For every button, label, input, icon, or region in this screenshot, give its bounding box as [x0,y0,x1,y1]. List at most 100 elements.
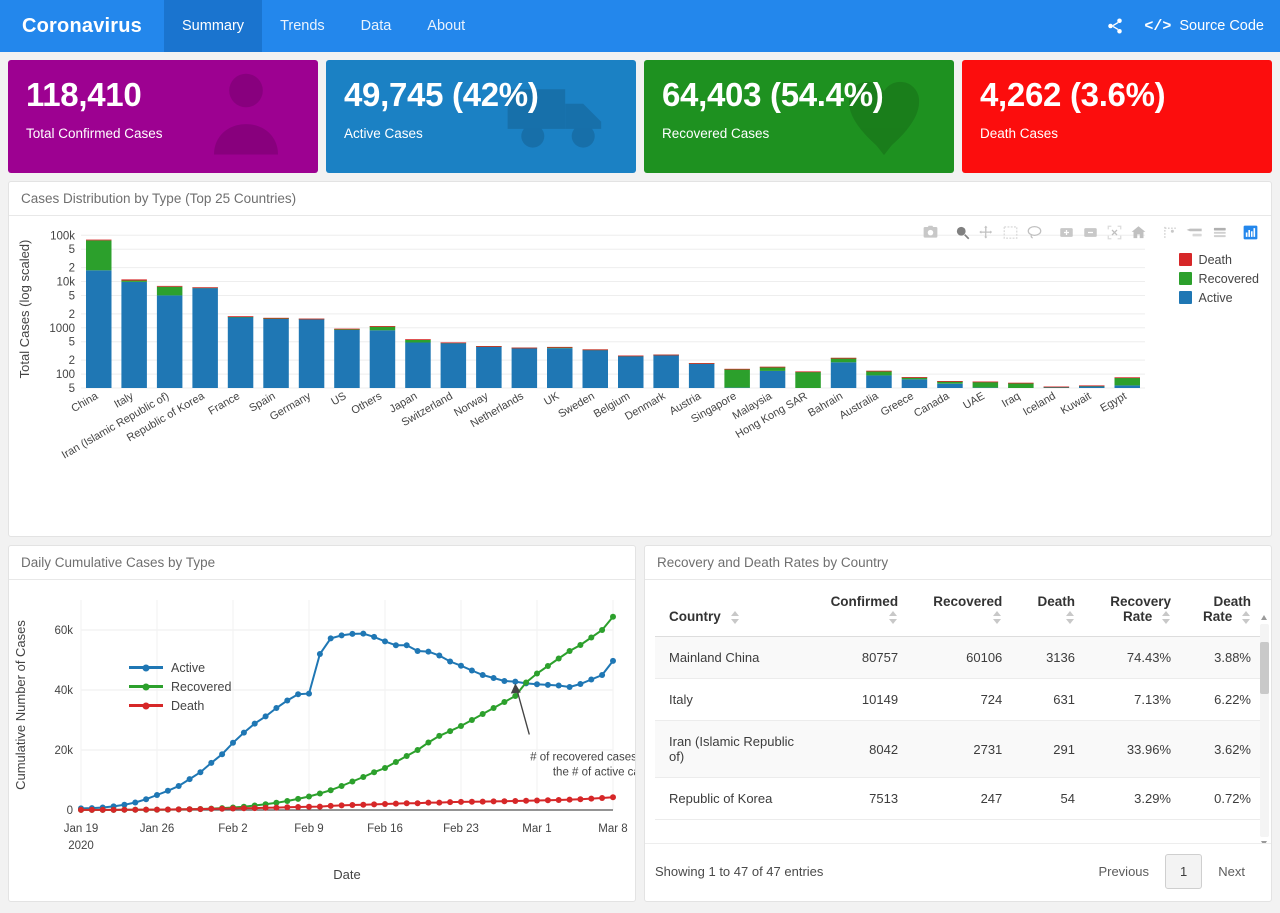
zoom-out-icon[interactable] [1079,222,1101,242]
camera-icon[interactable] [919,222,941,242]
data-point [316,651,323,657]
column-header-death-rate[interactable]: Death Rate [1181,580,1261,637]
sort-icon-recovery-rate[interactable] [1162,610,1171,624]
cell-confirmed: 80757 [805,636,909,679]
data-point [143,796,150,803]
bar-segment-recovered [972,381,999,388]
cell-confirmed: 7513 [805,777,909,820]
data-point [479,798,486,805]
table-showing-info: Showing 1 to 47 of 47 entries [655,864,824,879]
line-legend-item-recovered[interactable]: Recovered [129,677,231,696]
data-point [78,806,84,813]
bar-group [972,381,999,388]
data-point [382,765,388,771]
legend-item-death[interactable]: Death [1178,250,1259,269]
plotly-logo-icon[interactable] [1239,222,1261,242]
bar-segment-death [369,326,396,327]
column-header-country[interactable]: Country [655,580,806,637]
line-legend-swatch-death [129,704,163,707]
x-tick-label: Iceland [1021,390,1058,418]
autoscale-icon[interactable] [1103,222,1125,242]
data-point [392,800,399,807]
x-tick-label: Iraq [1000,390,1022,410]
data-point [262,804,269,811]
cell-recovery-rate: 3.29% [1085,777,1181,820]
line-legend-item-death[interactable]: Death [129,696,231,715]
pan-icon[interactable] [975,222,997,242]
nav-item-summary[interactable]: Summary [164,0,263,52]
table-vertical-scrollbar[interactable] [1260,615,1269,843]
data-point [273,804,280,811]
rates-table-scroll[interactable]: Country Confirmed Recovered Death Recove… [645,580,1271,843]
column-header-death[interactable]: Death [1012,580,1085,637]
table-row[interactable]: Italy 10149 724 631 7.13% 6.22% [655,678,1261,721]
pagination-page-1-button[interactable]: 1 [1165,854,1203,889]
data-point [360,774,367,780]
source-code-link[interactable]: </> Source Code [1144,18,1264,35]
bar-segment-death [86,239,112,241]
zoom-icon[interactable] [951,222,973,242]
data-point [295,795,302,802]
sort-icon-death-rate[interactable] [1242,610,1251,624]
nav-item-about[interactable]: About [409,0,483,52]
table-row[interactable]: Mainland China 80757 60106 3136 74.43% 3… [655,636,1261,679]
table-row[interactable]: Republic of Korea 7513 247 54 3.29% 0.72… [655,777,1261,820]
share-icon[interactable] [1106,17,1124,35]
brand-logo[interactable]: Coronavirus [0,0,164,52]
column-header-confirmed[interactable]: Confirmed [805,580,909,637]
data-point [327,802,334,809]
pagination-previous-button[interactable]: Previous [1086,857,1161,886]
sort-icon-confirmed[interactable] [889,610,898,624]
hover-x-unified-icon[interactable] [1207,222,1229,242]
legend-item-active[interactable]: Active [1178,288,1259,307]
nav-item-data[interactable]: Data [343,0,410,52]
data-point [273,705,280,711]
distribution-legend: Death Recovered Active [1178,250,1259,307]
data-point [458,723,464,729]
data-point [599,795,606,801]
sort-icon-recovered[interactable] [993,610,1002,624]
line-chart-panel: Daily Cumulative Cases by Type Active Re… [8,545,636,902]
rates-table-title: Recovery and Death Rates by Country [645,546,1271,580]
data-point [544,797,551,804]
box-select-icon[interactable] [999,222,1021,242]
column-header-recovery-rate[interactable]: Recovery Rate [1085,580,1181,637]
table-row[interactable]: Iran (Islamic Republic of) 8042 2731 291… [655,720,1261,778]
y-tick-label: 2 [69,309,75,321]
scrollbar-thumb[interactable] [1260,642,1269,694]
y-axis-title: Total Cases (log scaled) [17,240,32,379]
data-point [251,720,258,727]
zoom-in-icon[interactable] [1055,222,1077,242]
spike-lines-icon[interactable] [1159,222,1181,242]
legend-label-active: Active [1198,290,1233,305]
distribution-chart-body: Death Recovered Active 100k 5 2 10k 5 2 1000 5 2… [9,216,1271,536]
data-point [175,806,182,813]
bar-segment-death [688,363,715,364]
bar-group [156,285,183,388]
legend-item-recovered[interactable]: Recovered [1178,269,1259,288]
reset-axes-icon[interactable] [1127,222,1149,242]
lasso-select-icon[interactable] [1023,222,1045,242]
nav-item-trends[interactable]: Trends [262,0,343,52]
line-series-death [81,796,614,811]
data-point [382,801,388,807]
bar-chart-canvas[interactable]: 100k5210k521000521005Total Cases (log sc… [9,216,1275,534]
line-chart-canvas[interactable]: 0 20k 40k 60k Cumulative Number of Cases Jan … [9,580,635,898]
pagination-next-button[interactable]: Next [1206,857,1257,886]
sort-icon-country[interactable] [730,610,740,624]
sort-icon-death[interactable] [1066,610,1075,624]
data-point [425,799,432,806]
data-point [425,648,432,655]
scroll-down-arrow-icon[interactable] [1261,841,1267,843]
bar-segment-active [86,270,112,388]
bar-segment-death [156,285,183,287]
y-axis-title: Cumulative Number of Cases [13,620,28,790]
data-point [403,800,410,807]
data-point [295,691,302,698]
navbar-right: </> Source Code [1106,0,1280,52]
kpi-label-active: Active Cases [344,125,423,141]
hover-compare-icon[interactable] [1183,222,1205,242]
column-header-recovered[interactable]: Recovered [908,580,1013,637]
line-legend-item-active[interactable]: Active [129,658,231,677]
scroll-up-arrow-icon[interactable] [1261,615,1267,620]
